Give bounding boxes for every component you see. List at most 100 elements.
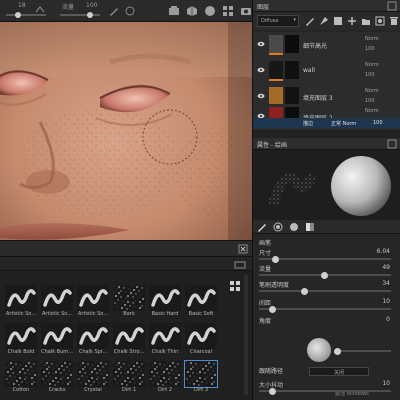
brush-item[interactable]: Artistic So... (4, 285, 38, 321)
brush-thumbnail (77, 285, 109, 311)
layer-blend-mode[interactable]: Norm (365, 62, 379, 68)
channel-select[interactable]: Diffuse ▾ (257, 15, 299, 27)
face-render (0, 22, 252, 240)
layer-blend-mode[interactable]: Norm (365, 36, 379, 42)
properties-panel: 属性 - 绘画 画笔 关闭 激活 Windows 尺寸 6.04 流量 49 笔… (252, 138, 400, 400)
layer-name: 细节高光 (303, 43, 328, 50)
param-value[interactable]: 0 (386, 316, 390, 323)
layer-link-bar (269, 53, 283, 55)
eye-icon[interactable] (257, 92, 265, 100)
brush-item[interactable]: Basic Hard (148, 285, 182, 321)
camera-icon[interactable] (240, 5, 252, 17)
shelf-menu-icon[interactable] (234, 258, 246, 270)
param-label: 间距 (259, 300, 272, 307)
brush-label: Charcoal (190, 349, 212, 355)
view-toggle-icon[interactable] (230, 281, 240, 291)
brush-thumbnail (41, 285, 73, 311)
brush-item[interactable]: Dirt 1 (112, 361, 146, 397)
param-value[interactable]: 6.04 (377, 248, 390, 255)
swap-icon[interactable] (34, 4, 46, 16)
sphere-icon[interactable] (204, 5, 216, 17)
layer-row[interactable]: 细节高光 Norm 100 (253, 32, 400, 59)
delete-icon[interactable] (389, 16, 399, 26)
brush-item[interactable]: Chalk Thin (148, 323, 182, 359)
effect-mode[interactable]: 正常 Norm (331, 120, 356, 127)
pen-pressure-icon[interactable] (108, 5, 120, 17)
layer-row[interactable]: wall Norm 100 (253, 58, 400, 85)
collapse-icon[interactable] (387, 139, 397, 149)
param-slider-knob[interactable] (334, 347, 341, 355)
mask-icon[interactable] (375, 16, 385, 26)
grid-icon[interactable] (222, 5, 234, 17)
tab-material-icon[interactable] (289, 222, 299, 232)
layer-opacity[interactable]: 100 (365, 46, 375, 52)
param-slider-knob[interactable] (269, 387, 277, 395)
param-slider[interactable] (259, 290, 391, 292)
brush-item[interactable]: Chalk Spr... (76, 323, 110, 359)
brush-item[interactable]: Chalk Stro... (112, 323, 146, 359)
shelf-toolbar (0, 257, 252, 271)
param-slider[interactable] (337, 350, 391, 352)
param-slider-knob[interactable] (320, 271, 328, 279)
param-value[interactable]: 34 (382, 280, 390, 287)
brush-item[interactable]: Artistic So... (40, 285, 74, 321)
flow-slider-knob[interactable] (87, 12, 93, 18)
tab-stencil-icon[interactable] (305, 222, 315, 232)
param-slider-knob[interactable] (269, 305, 277, 313)
angle-dial[interactable] (307, 338, 331, 362)
tab-alpha-icon[interactable] (273, 222, 283, 232)
tab-brush-icon[interactable] (257, 222, 267, 232)
brush-item[interactable]: Chalk Bum... (40, 323, 74, 359)
rotate-icon[interactable] (124, 5, 136, 17)
cube-icon[interactable] (186, 5, 198, 17)
brush-icon[interactable] (305, 16, 315, 26)
brush-item[interactable]: Basic Soft (184, 285, 218, 321)
layer-thumbnail (269, 35, 283, 55)
eye-icon[interactable] (257, 66, 265, 74)
layer-effect-row[interactable]: 描边 正常 Norm 100 (253, 118, 400, 128)
follow-path-toggle[interactable]: 关闭 (309, 367, 369, 376)
folder-icon[interactable] (361, 16, 371, 26)
layer-blend-mode[interactable]: Norm (365, 88, 379, 94)
param-slider[interactable] (259, 308, 391, 310)
brush-thumbnail (113, 323, 145, 349)
shelf-scrollbar[interactable] (244, 275, 248, 395)
layer-thumbnail (269, 61, 283, 81)
scene-icon[interactable] (168, 5, 180, 17)
brush-thumbnail (184, 360, 218, 388)
fill-icon[interactable] (333, 16, 343, 26)
brush-item[interactable]: Chalk Bold (4, 323, 38, 359)
effect-opacity[interactable]: 100 (373, 120, 383, 126)
brush-item[interactable]: Dirt 2 (148, 361, 182, 397)
param-value[interactable]: 10 (382, 380, 390, 387)
brush-item[interactable]: Artistic So... (76, 285, 110, 321)
layers-toolbar: Diffuse ▾ (253, 12, 400, 30)
collapse-icon[interactable] (387, 1, 397, 11)
param-value[interactable]: 49 (382, 264, 390, 271)
add-layer-icon[interactable] (347, 16, 357, 26)
flow-label: 流量 (62, 4, 75, 11)
viewport-3d[interactable] (0, 22, 252, 240)
pen-icon[interactable] (319, 16, 329, 26)
close-icon[interactable] (238, 244, 248, 254)
brush-item[interactable]: Crystal (76, 361, 110, 397)
brush-label: Artistic So... (41, 311, 73, 317)
param-value[interactable]: 10 (382, 298, 390, 305)
eye-icon[interactable] (257, 40, 265, 48)
layer-opacity[interactable]: 100 (365, 72, 375, 78)
param-slider-knob[interactable] (300, 287, 308, 295)
layer-name: 填充图层 3 (303, 95, 333, 102)
param-slider-knob[interactable] (271, 255, 279, 263)
stroke-preview (268, 172, 318, 207)
param-slider[interactable] (259, 390, 391, 392)
brush-item[interactable]: Cracks (40, 361, 74, 397)
layer-blend-mode[interactable]: Norm (365, 108, 379, 114)
brush-item[interactable]: Charcoal (184, 323, 218, 359)
brush-item[interactable]: Cotton (4, 361, 38, 397)
brush-size-slider-knob[interactable] (15, 12, 21, 18)
brush-item[interactable]: Bark (112, 285, 146, 321)
brush-label: Dirt 3 (193, 387, 209, 393)
brush-thumbnail (149, 323, 181, 349)
brush-item[interactable]: Dirt 3 (184, 360, 218, 397)
flow-slider[interactable] (60, 14, 100, 16)
